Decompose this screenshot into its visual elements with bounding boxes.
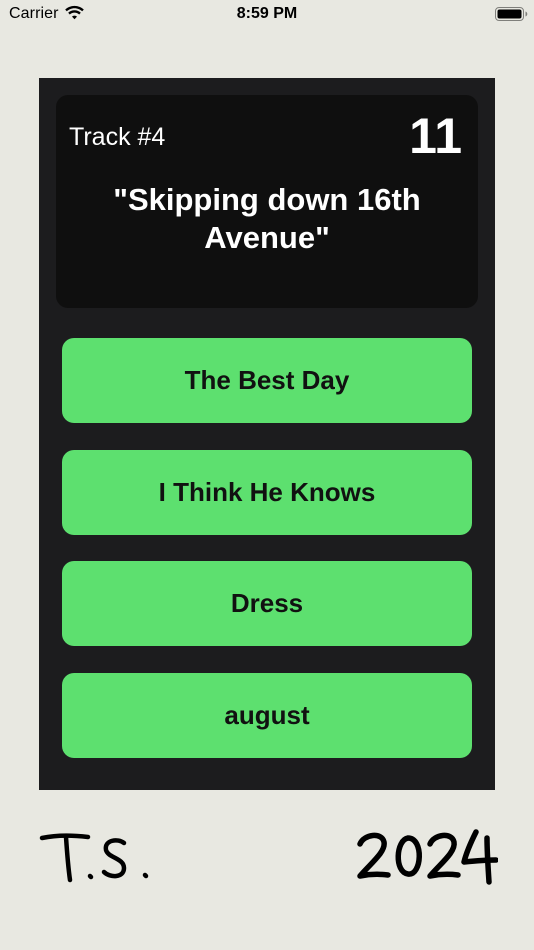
countdown-timer: 11	[409, 108, 462, 164]
answer-button-2[interactable]: I Think He Knows	[62, 450, 472, 535]
question-panel: Track #4 11 "Skipping down 16th Avenue"	[56, 95, 478, 308]
signature-year	[357, 829, 498, 885]
lyric-prompt: "Skipping down 16th Avenue"	[113, 182, 421, 255]
battery-full-icon	[495, 7, 528, 21]
answer-button-1[interactable]: The Best Day	[62, 338, 472, 423]
clock-time: 8:59 PM	[236, 5, 298, 22]
quiz-card: Track #4 11 "Skipping down 16th Avenue" …	[39, 78, 495, 790]
signature-initials	[39, 833, 149, 883]
status-bar: Carrier 8:59 PM	[0, 0, 534, 28]
answer-button-4[interactable]: august	[62, 673, 472, 758]
answer-button-3[interactable]: Dress	[62, 561, 472, 646]
track-number-label: Track #4	[69, 123, 166, 151]
